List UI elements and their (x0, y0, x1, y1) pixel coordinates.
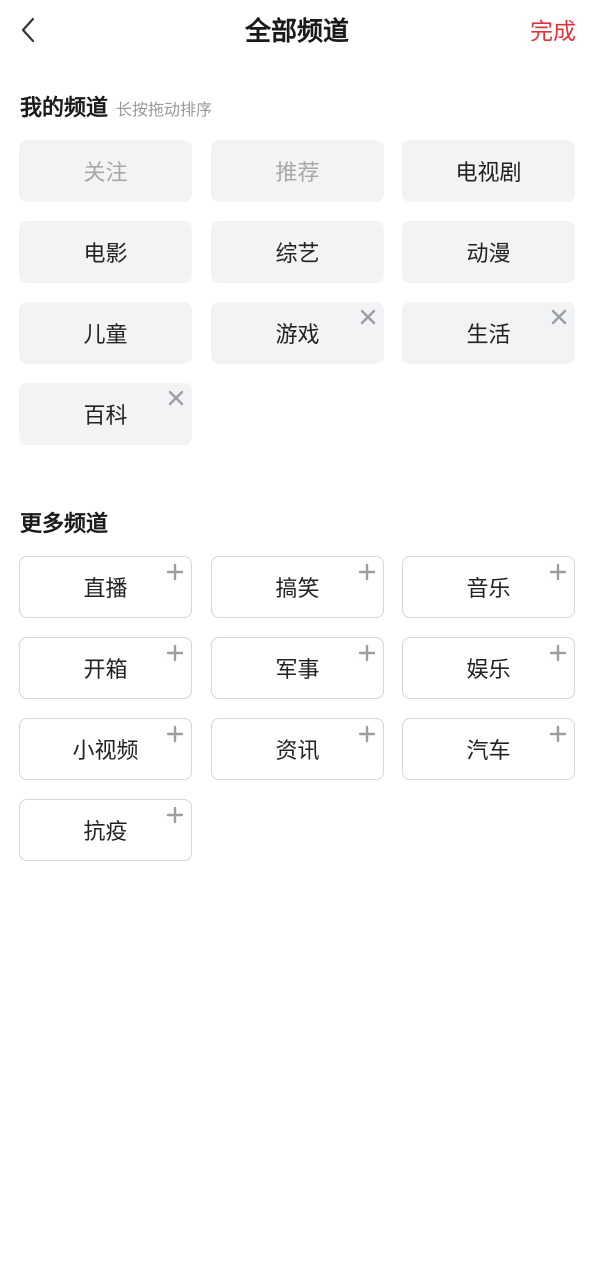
channel-label: 娱乐 (466, 658, 511, 683)
more-channel-tile[interactable]: 军事 (211, 637, 384, 699)
plus-icon[interactable] (165, 724, 185, 744)
channel-label: 开箱 (83, 658, 128, 683)
plus-icon[interactable] (165, 562, 185, 582)
more-channel-tile[interactable]: 开箱 (19, 637, 192, 699)
plus-icon[interactable] (165, 805, 185, 825)
my-channels-title: 我的频道 (20, 96, 109, 121)
page-title: 全部频道 (244, 17, 349, 47)
close-icon[interactable] (358, 307, 378, 327)
channel-label: 小视频 (72, 739, 139, 764)
my-channel-tile[interactable]: 电影 (19, 221, 192, 283)
close-icon[interactable] (549, 307, 569, 327)
my-channel-tile[interactable]: 游戏 (211, 302, 384, 364)
channel-label: 儿童 (83, 323, 128, 348)
channel-label: 电视剧 (455, 161, 522, 186)
plus-icon[interactable] (548, 643, 568, 663)
channel-label: 音乐 (466, 577, 511, 602)
done-button[interactable]: 完成 (530, 14, 576, 50)
more-channels-header: 更多频道 (20, 506, 108, 538)
my-channel-tile[interactable]: 电视剧 (402, 140, 575, 202)
my-channel-tile[interactable]: 动漫 (402, 221, 575, 283)
my-channel-tile[interactable]: 儿童 (19, 302, 192, 364)
top-bar: 全部频道 完成 (0, 0, 594, 64)
more-channel-tile[interactable]: 音乐 (402, 556, 575, 618)
channel-label: 资讯 (275, 739, 320, 764)
channel-label: 搞笑 (275, 577, 320, 602)
my-channel-tile[interactable]: 推荐 (211, 140, 384, 202)
more-channel-tile[interactable]: 搞笑 (211, 556, 384, 618)
more-channel-tile[interactable]: 娱乐 (402, 637, 575, 699)
channel-label: 军事 (275, 658, 320, 683)
my-channels-header: 我的频道 长按拖动排序 (20, 90, 212, 122)
my-channels-hint: 长按拖动排序 (116, 100, 213, 119)
channel-label: 综艺 (275, 242, 320, 267)
channel-label: 直播 (83, 577, 128, 602)
channel-label: 抗疫 (83, 820, 128, 845)
more-channel-tile[interactable]: 直播 (19, 556, 192, 618)
my-channel-tile[interactable]: 生活 (402, 302, 575, 364)
plus-icon[interactable] (548, 724, 568, 744)
plus-icon[interactable] (165, 643, 185, 663)
plus-icon[interactable] (357, 643, 377, 663)
more-channel-tile[interactable]: 小视频 (19, 718, 192, 780)
more-channel-tile[interactable]: 汽车 (402, 718, 575, 780)
plus-icon[interactable] (357, 724, 377, 744)
plus-icon[interactable] (357, 562, 377, 582)
more-channel-tile[interactable]: 资讯 (211, 718, 384, 780)
channel-label: 电影 (83, 242, 128, 267)
channel-label: 关注 (83, 161, 128, 186)
channel-label: 推荐 (275, 161, 320, 186)
channel-label: 百科 (83, 404, 128, 429)
channel-label: 生活 (466, 323, 511, 348)
my-channel-tile[interactable]: 关注 (19, 140, 192, 202)
channel-label: 游戏 (275, 323, 320, 348)
channel-label: 汽车 (466, 739, 511, 764)
plus-icon[interactable] (548, 562, 568, 582)
close-icon[interactable] (166, 388, 186, 408)
channel-label: 动漫 (466, 242, 511, 267)
my-channel-tile[interactable]: 百科 (19, 383, 192, 445)
my-channel-tile[interactable]: 综艺 (211, 221, 384, 283)
more-channels-title: 更多频道 (20, 512, 109, 537)
more-channel-tile[interactable]: 抗疫 (19, 799, 192, 861)
